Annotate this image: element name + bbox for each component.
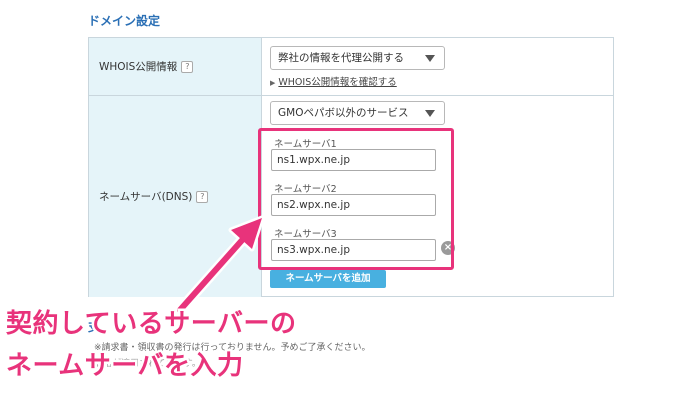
overlay-caption-line1: 契約しているサーバーの — [3, 307, 298, 342]
overlay-caption-line2: ネームサーバを入力 — [3, 349, 245, 384]
